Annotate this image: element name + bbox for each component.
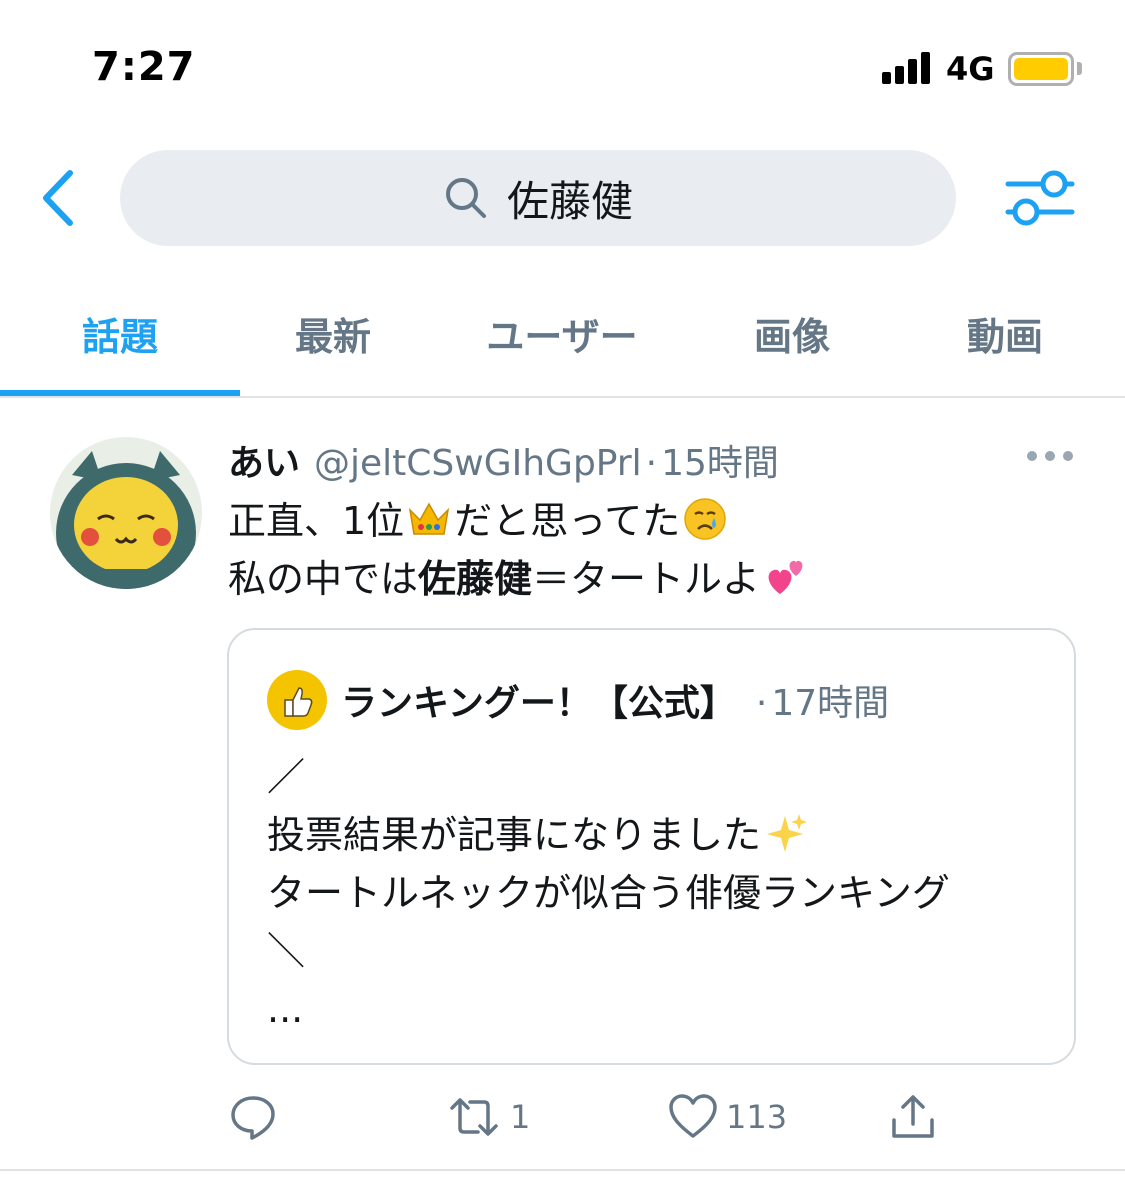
quoted-tweet[interactable]: ランキングー！【公式】 · 17時間 ／ 投票結果が記事になりました タートルネ…	[227, 628, 1076, 1065]
tweet-text-segment: 正直、1位	[228, 499, 405, 543]
tab-label: 動画	[966, 315, 1043, 359]
more-options-button[interactable]	[1024, 438, 1076, 474]
share-button[interactable]	[888, 1085, 938, 1149]
tweet-actions: 1 113	[0, 1085, 1125, 1155]
battery-level	[1014, 58, 1068, 80]
tweet-time: 15時間	[661, 443, 779, 484]
tweet-text: 正直、1位 だと思ってた 私の中では佐藤健＝タートルよ	[228, 492, 810, 608]
tab-top[interactable]: 話題	[0, 290, 240, 398]
quoted-line: ＼	[267, 929, 306, 973]
tweet-line-1: 正直、1位 だと思ってた	[228, 492, 810, 550]
search-query: 佐藤健	[506, 176, 633, 226]
tab-label: 最新	[294, 315, 371, 359]
tab-label: 話題	[81, 315, 158, 359]
tab-photos[interactable]: 画像	[672, 290, 912, 398]
share-icon	[892, 1095, 934, 1138]
search-settings-button[interactable]	[1004, 166, 1076, 230]
search-tabs: 話題 最新 ユーザー 画像 動画	[0, 290, 1125, 398]
quoted-author-name: ランキングー！【公式】	[341, 683, 736, 724]
tab-latest[interactable]: 最新	[213, 290, 453, 398]
tab-videos[interactable]: 動画	[885, 290, 1125, 398]
quoted-line: ／	[267, 755, 306, 799]
tab-label: ユーザー	[486, 315, 638, 359]
quoted-line: ...	[267, 987, 304, 1031]
quoted-tweet-text: ／ 投票結果が記事になりました タートルネックが似合う俳優ランキング ＼ ...	[267, 748, 950, 1038]
battery-tip	[1077, 62, 1082, 75]
tab-label: 画像	[753, 315, 830, 359]
tweet-header: あい @jeltCSwGIhGpPrl · 15時間	[228, 434, 779, 484]
reply-icon	[231, 1096, 275, 1140]
highlighted-keyword: 佐藤健	[418, 557, 533, 601]
retweet-count: 1	[510, 1098, 531, 1136]
retweet-button[interactable]: 1	[446, 1085, 530, 1149]
heart-icon	[669, 1094, 717, 1138]
search-icon	[443, 175, 489, 221]
tweet-text-segment: 私の中では	[228, 557, 419, 601]
avatar-image	[50, 437, 202, 589]
network-label: 4G	[946, 50, 995, 88]
battery-icon	[1008, 52, 1074, 86]
quoted-author-avatar	[267, 670, 327, 730]
sparkles-emoji-icon	[763, 810, 809, 856]
two-hearts-emoji-icon	[762, 554, 808, 600]
reply-button[interactable]	[228, 1085, 286, 1149]
tweet-line-2: 私の中では佐藤健＝タートルよ	[228, 550, 810, 608]
retweet-icon	[450, 1098, 498, 1136]
quoted-line-text: 投票結果が記事になりました	[267, 813, 762, 857]
search-input[interactable]: 佐藤健	[120, 150, 956, 246]
tweet-separator: ·	[645, 443, 658, 484]
author-name[interactable]: あい	[228, 434, 300, 486]
like-count: 113	[726, 1098, 788, 1136]
tweet-text-segment: だと思ってた	[454, 499, 681, 543]
chevron-left-icon	[43, 170, 73, 226]
sliders-icon	[1005, 170, 1075, 226]
search-content: 佐藤健	[120, 150, 956, 246]
quoted-line: 投票結果が記事になりました	[267, 806, 950, 864]
status-bar: 7:27 4G	[0, 0, 1125, 140]
quoted-separator: ·	[755, 683, 768, 724]
thumbs-up-logo-icon	[267, 670, 327, 730]
like-button[interactable]: 113	[668, 1085, 787, 1149]
status-time: 7:27	[92, 44, 196, 90]
signal-icon	[882, 52, 934, 84]
quoted-tweet-time: 17時間	[771, 683, 890, 724]
tweet-divider	[0, 1169, 1125, 1171]
author-avatar[interactable]	[50, 437, 202, 589]
quoted-tweet-header: ランキングー！【公式】 · 17時間	[341, 674, 889, 726]
author-handle[interactable]: @jeltCSwGIhGpPrl	[314, 443, 642, 484]
quoted-line: タートルネックが似合う俳優ランキング	[267, 871, 950, 915]
more-icon	[1027, 451, 1073, 461]
crying-face-emoji-icon	[682, 496, 728, 542]
crown-emoji-icon	[406, 496, 452, 542]
tab-people[interactable]: ユーザー	[442, 290, 682, 398]
tweet-text-segment: ＝タートルよ	[532, 557, 761, 601]
back-button[interactable]	[32, 165, 88, 231]
